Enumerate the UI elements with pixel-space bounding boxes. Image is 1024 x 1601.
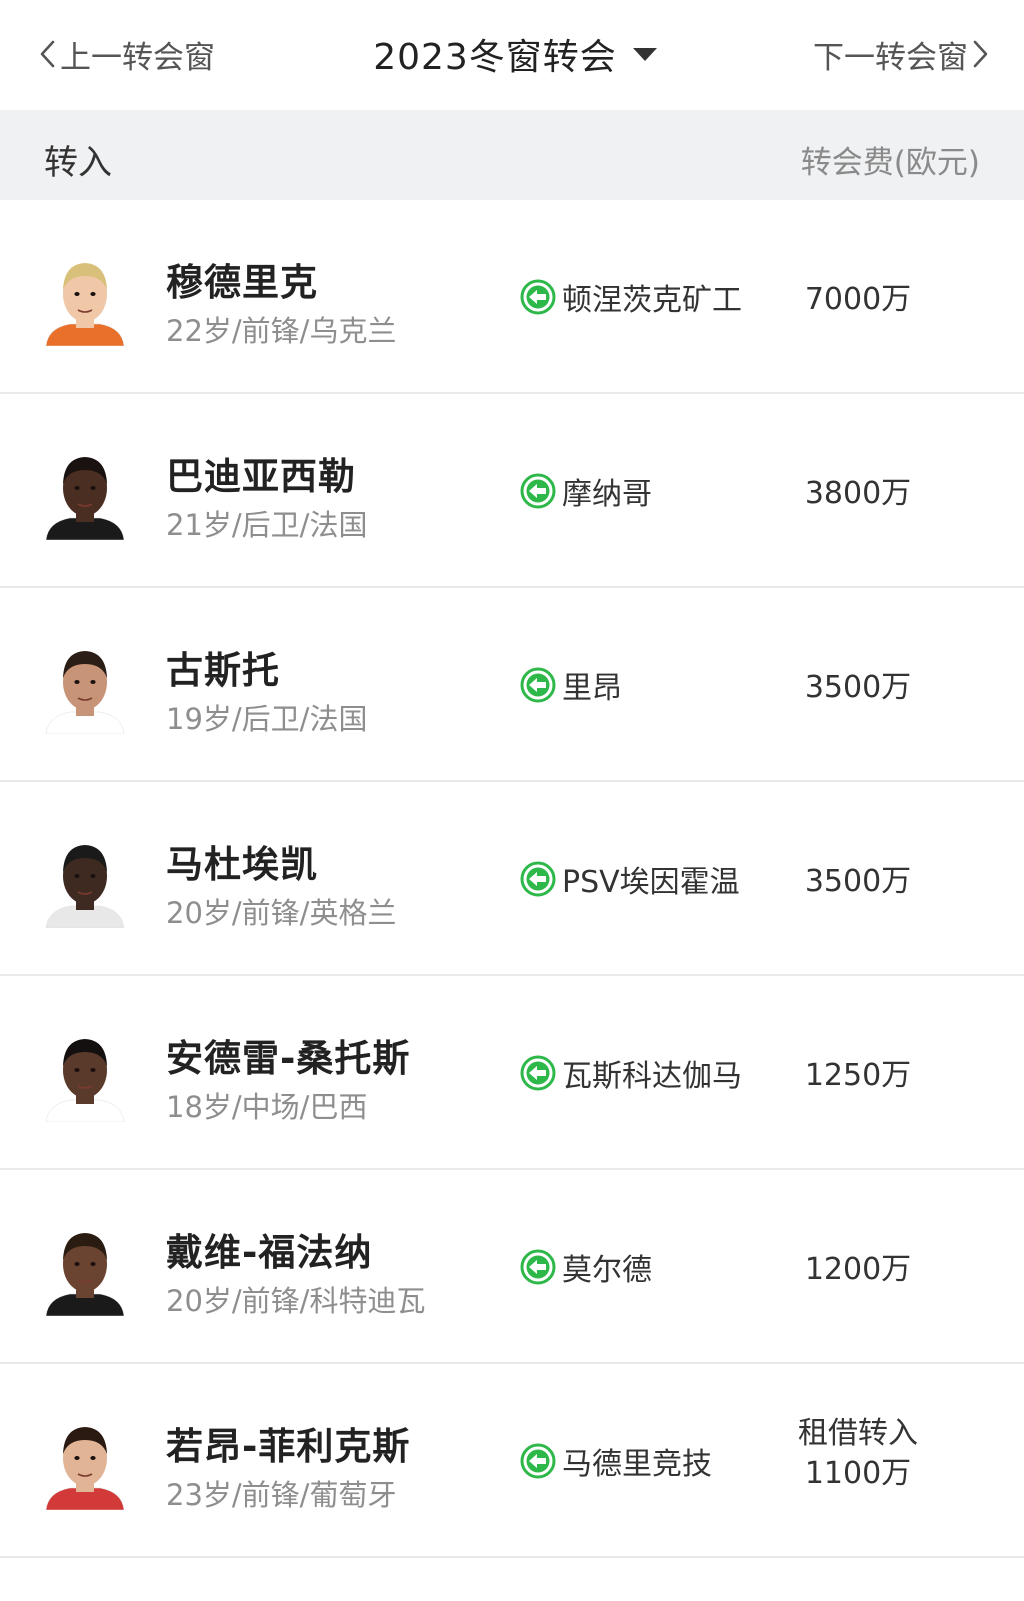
next-window-button[interactable]: 下一转会窗	[813, 34, 994, 76]
top-navigation: 上一转会窗 2023冬窗转会 下一转会窗	[0, 0, 1024, 110]
player-avatar	[42, 1414, 128, 1510]
transfer-row[interactable]: 古斯托 19岁/后卫/法国 里昂 3500万	[0, 588, 1024, 782]
player-meta: 21岁/后卫/法国	[166, 508, 368, 542]
transfer-list: 穆德里克 22岁/前锋/乌克兰 顿涅茨克矿工 7000万 巴迪亚西勒 21岁/后…	[0, 200, 1024, 1558]
player-avatar	[42, 638, 128, 734]
transfer-fee: 3500万	[804, 670, 912, 705]
player-avatar	[42, 250, 128, 346]
transfer-row[interactable]: 安德雷-桑托斯 18岁/中场/巴西 瓦斯科达伽马 1250万	[0, 976, 1024, 1170]
transfer-fee: 3800万	[804, 476, 912, 511]
transfer-in-arrow-icon	[520, 1443, 556, 1479]
fee-amount: 1100万	[804, 1456, 912, 1491]
from-club: 摩纳哥	[520, 470, 652, 512]
transfer-fee: 1200万	[804, 1252, 912, 1287]
caret-down-icon	[631, 44, 659, 64]
from-club-name: 瓦斯科达伽马	[562, 1059, 742, 1094]
transfer-fee: 7000万	[804, 282, 912, 317]
transfer-fee: 3500万	[804, 864, 912, 899]
transfer-page: 上一转会窗 2023冬窗转会 下一转会窗 转入 转会费(欧元) 穆德里克 22岁…	[0, 0, 1024, 1601]
player-name: 穆德里克	[166, 261, 318, 304]
player-name: 安德雷-桑托斯	[166, 1037, 411, 1080]
player-name: 古斯托	[166, 649, 280, 692]
from-club: 莫尔德	[520, 1246, 652, 1288]
transfer-row[interactable]: 巴迪亚西勒 21岁/后卫/法国 摩纳哥 3800万	[0, 394, 1024, 588]
transfer-fee: 租借转入 1100万	[758, 1414, 958, 1494]
section-header: 转入 转会费(欧元)	[0, 110, 1024, 200]
player-name: 若昂-菲利克斯	[166, 1425, 411, 1468]
from-club-name: 摩纳哥	[562, 477, 652, 512]
transfer-in-arrow-icon	[520, 667, 556, 703]
player-meta: 22岁/前锋/乌克兰	[166, 314, 397, 348]
transfer-row[interactable]: 马杜埃凯 20岁/前锋/英格兰 PSV埃因霍温 3500万	[0, 782, 1024, 976]
transfer-in-arrow-icon	[520, 279, 556, 315]
transfer-in-arrow-icon	[520, 1249, 556, 1285]
player-avatar	[42, 832, 128, 928]
from-club: 马德里竞技	[520, 1440, 712, 1482]
player-name: 戴维-福法纳	[166, 1231, 373, 1274]
player-avatar	[42, 1026, 128, 1122]
from-club-name: 顿涅茨克矿工	[562, 283, 742, 318]
from-club: 里昂	[520, 664, 622, 706]
from-club-name: PSV埃因霍温	[562, 865, 740, 900]
window-title: 2023冬窗转会	[373, 37, 617, 78]
player-meta: 20岁/前锋/科特迪瓦	[166, 1284, 426, 1318]
player-name: 马杜埃凯	[166, 843, 318, 886]
player-meta: 23岁/前锋/葡萄牙	[166, 1478, 397, 1512]
from-club: 顿涅茨克矿工	[520, 276, 742, 318]
fee-type-label: 租借转入	[798, 1416, 918, 1451]
from-club-name: 莫尔德	[562, 1253, 652, 1288]
from-club-name: 马德里竞技	[562, 1447, 712, 1482]
player-avatar	[42, 1220, 128, 1316]
transfer-in-arrow-icon	[520, 473, 556, 509]
transfer-row[interactable]: 戴维-福法纳 20岁/前锋/科特迪瓦 莫尔德 1200万	[0, 1170, 1024, 1364]
from-club: PSV埃因霍温	[520, 858, 740, 900]
next-window-label: 下一转会窗	[813, 39, 968, 76]
transfer-in-arrow-icon	[520, 1055, 556, 1091]
window-selector[interactable]: 2023冬窗转会	[373, 28, 659, 80]
fee-column-label: 转会费(欧元)	[800, 145, 980, 181]
transfer-in-arrow-icon	[520, 861, 556, 897]
from-club: 瓦斯科达伽马	[520, 1052, 742, 1094]
player-meta: 20岁/前锋/英格兰	[166, 896, 397, 930]
section-title: 转入	[44, 143, 112, 183]
transfer-fee: 1250万	[804, 1058, 912, 1093]
transfer-row[interactable]: 若昂-菲利克斯 23岁/前锋/葡萄牙 马德里竞技 租借转入 1100万	[0, 1364, 1024, 1558]
player-meta: 19岁/后卫/法国	[166, 702, 368, 736]
chevron-right-icon	[968, 34, 994, 74]
player-avatar	[42, 444, 128, 540]
from-club-name: 里昂	[562, 671, 622, 706]
transfer-row[interactable]: 穆德里克 22岁/前锋/乌克兰 顿涅茨克矿工 7000万	[0, 200, 1024, 394]
player-name: 巴迪亚西勒	[166, 455, 356, 498]
player-meta: 18岁/中场/巴西	[166, 1090, 368, 1124]
